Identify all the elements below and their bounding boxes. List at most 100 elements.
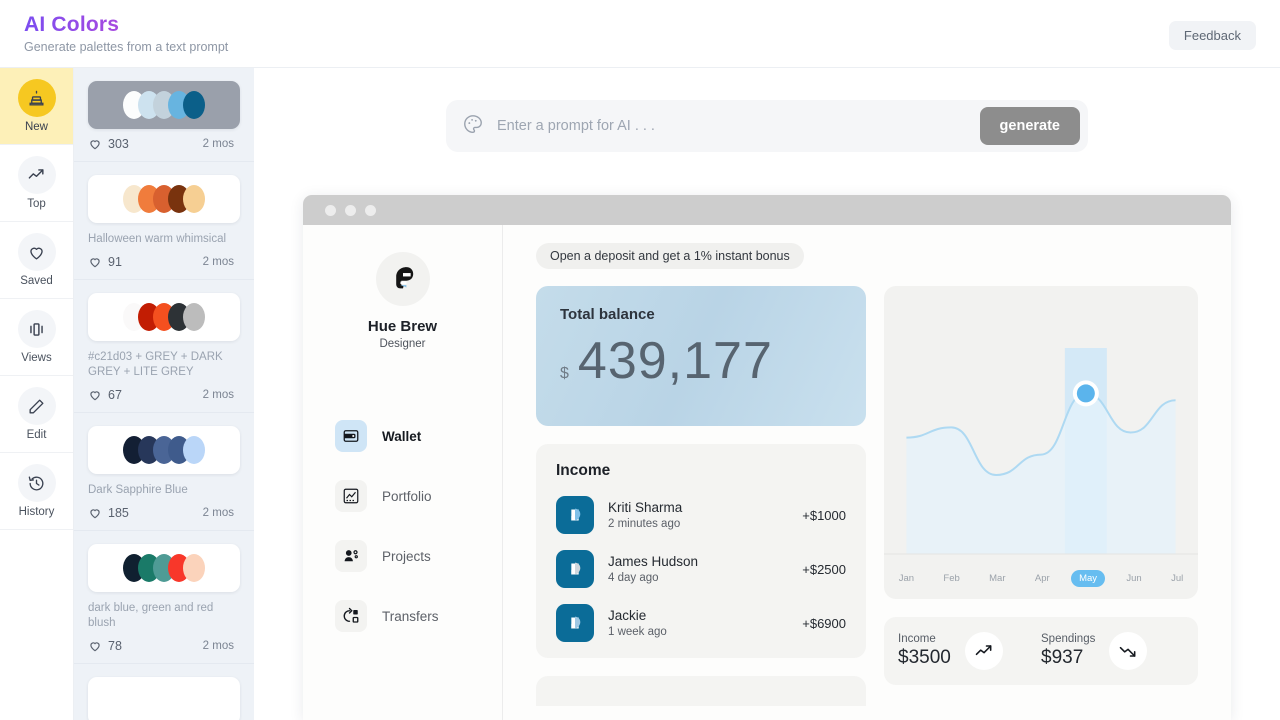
- wallet-icon: [335, 420, 367, 452]
- feedback-button[interactable]: Feedback: [1168, 21, 1256, 50]
- like-count[interactable]: 78: [88, 639, 122, 653]
- palette-preview[interactable]: [88, 677, 240, 720]
- palette-preview[interactable]: [88, 81, 240, 129]
- list-item[interactable]: Dark Sapphire Blue 185 2 mos: [74, 413, 254, 531]
- preview-window: Hue Brew Designer Wallet Portfolio Proje…: [303, 195, 1231, 720]
- preview-nav-label: Portfolio: [382, 488, 432, 504]
- profile-role: Designer: [379, 338, 426, 350]
- contact-name: Jackie: [608, 608, 647, 623]
- sidebar-item-edit[interactable]: Edit: [0, 376, 73, 453]
- transfer-icon: [335, 600, 367, 632]
- app-header: AI Colors Generate palettes from a text …: [0, 0, 1280, 68]
- chart-month-jan[interactable]: Jan: [891, 570, 922, 587]
- transaction-amount: +$2500: [802, 561, 846, 577]
- list-item[interactable]: Kriti Sharma 2 minutes ago +$1000: [556, 496, 846, 534]
- main-stage: generate Hue Brew Designer: [254, 68, 1280, 720]
- stat-value: $3500: [898, 647, 951, 668]
- sidebar-item-label: Top: [27, 198, 46, 210]
- chart-month-jun[interactable]: Jun: [1118, 570, 1149, 587]
- sidebar-item-label: Saved: [20, 275, 53, 287]
- list-item[interactable]: dark blue, green and red blush 78 2 mos: [74, 531, 254, 664]
- list-item[interactable]: James Hudson 4 day ago +$2500: [556, 550, 846, 588]
- cake-icon: [17, 79, 56, 117]
- window-minimize-dot[interactable]: [345, 204, 356, 216]
- list-item[interactable]: Halloween warm whimsical 91 2 mos: [74, 162, 254, 280]
- contact-name: James Hudson: [608, 554, 699, 569]
- window-maximize-dot[interactable]: [365, 204, 376, 216]
- sidebar-item-new[interactable]: New: [0, 68, 73, 145]
- sidebar-item-label: Edit: [26, 429, 47, 441]
- stat-label: Spendings: [1041, 633, 1096, 645]
- total-balance-card: Total balance $ 439,177: [536, 286, 866, 426]
- palette-preview[interactable]: [88, 426, 240, 474]
- like-count[interactable]: 67: [88, 388, 122, 402]
- profile-avatar-icon: [395, 267, 413, 289]
- preview-sidebar: Hue Brew Designer Wallet Portfolio Proje…: [303, 225, 503, 720]
- palette-preview[interactable]: [88, 175, 240, 223]
- palette-age: 2 mos: [202, 256, 234, 268]
- palette-age: 2 mos: [202, 507, 234, 519]
- palette-meta: 185 2 mos: [88, 506, 240, 520]
- list-item-partial[interactable]: [74, 664, 254, 720]
- palette-preview[interactable]: [88, 293, 240, 341]
- list-item[interactable]: Jackie 1 week ago +$6900: [556, 604, 846, 642]
- contact-time: 1 week ago: [608, 626, 667, 638]
- promo-banner: Open a deposit and get a 1% instant bonu…: [536, 243, 804, 269]
- trend-up-icon: [964, 632, 1003, 670]
- chart-month-mar[interactable]: Mar: [981, 570, 1013, 587]
- avatar: [375, 252, 430, 306]
- window-close-dot[interactable]: [325, 204, 336, 216]
- sidebar-item-history[interactable]: History: [0, 453, 73, 530]
- page-subtitle: Generate palettes from a text prompt: [24, 40, 229, 54]
- preview-nav-item-transfers[interactable]: Transfers: [303, 596, 502, 636]
- preview-nav-label: Transfers: [382, 608, 439, 624]
- preview-nav: Wallet Portfolio Projects Transfers: [303, 416, 502, 636]
- list-item[interactable]: 303 2 mos: [74, 68, 254, 162]
- generate-button[interactable]: generate: [979, 107, 1080, 145]
- like-count[interactable]: 185: [88, 506, 129, 520]
- list-item[interactable]: #c21d03 + GREY + DARK GREY + LITE GREY 6…: [74, 280, 254, 413]
- prompt-bar[interactable]: generate: [446, 100, 1088, 152]
- chart-month-may[interactable]: May: [1071, 570, 1106, 587]
- chart-month-apr[interactable]: Apr: [1027, 570, 1058, 587]
- preview-body: Hue Brew Designer Wallet Portfolio Proje…: [303, 225, 1231, 720]
- page-title: AI Colors: [24, 13, 228, 37]
- chart-x-axis[interactable]: Jan Feb Mar Apr May Jun Jul: [884, 570, 1198, 587]
- palette-preview[interactable]: [88, 544, 240, 592]
- swatch: [183, 554, 205, 582]
- sidebar-item-views[interactable]: Views: [0, 299, 73, 376]
- palette-icon: [462, 113, 484, 140]
- search-input[interactable]: [497, 118, 980, 134]
- pencil-icon: [17, 387, 56, 425]
- trend-down-icon: [1109, 632, 1148, 670]
- preview-nav-item-wallet[interactable]: Wallet: [303, 416, 502, 456]
- preview-nav-label: Wallet: [382, 428, 422, 444]
- preview-left-column: Total balance $ 439,177 Income Kriti Sha…: [536, 286, 866, 706]
- stat-income: Income $3500: [898, 632, 1041, 670]
- like-count[interactable]: 91: [88, 255, 122, 269]
- sidebar-item-top[interactable]: Top: [0, 145, 73, 222]
- brand: AI Colors Generate palettes from a text …: [24, 13, 228, 54]
- preview-nav-item-portfolio[interactable]: Portfolio: [303, 476, 502, 516]
- like-count[interactable]: 303: [88, 137, 129, 151]
- swatch-row: [123, 554, 205, 582]
- preview-right-column: Jan Feb Mar Apr May Jun Jul Income $3500: [884, 286, 1198, 706]
- trending-up-icon: [17, 156, 56, 194]
- like-count-value: 78: [108, 639, 122, 653]
- users-gear-icon: [335, 540, 367, 572]
- swatch: [183, 436, 205, 464]
- palette-meta: 78 2 mos: [88, 639, 240, 653]
- chart-month-feb[interactable]: Feb: [935, 570, 967, 587]
- sidebar-item-label: History: [18, 506, 55, 518]
- swatch-row: [123, 303, 205, 331]
- chart-square-icon: [335, 480, 367, 512]
- sidebar-item-saved[interactable]: Saved: [0, 222, 73, 299]
- palette-list[interactable]: 303 2 mos Halloween warm whimsical 91 2 …: [74, 68, 254, 720]
- chart-canvas: [884, 348, 1198, 555]
- contact-avatar-icon: [556, 496, 594, 534]
- balance-chart[interactable]: Jan Feb Mar Apr May Jun Jul: [884, 286, 1198, 599]
- preview-nav-item-projects[interactable]: Projects: [303, 536, 502, 576]
- chart-month-jul[interactable]: Jul: [1163, 570, 1191, 587]
- profile-name: Hue Brew: [367, 318, 438, 335]
- palette-age: 2 mos: [202, 138, 234, 150]
